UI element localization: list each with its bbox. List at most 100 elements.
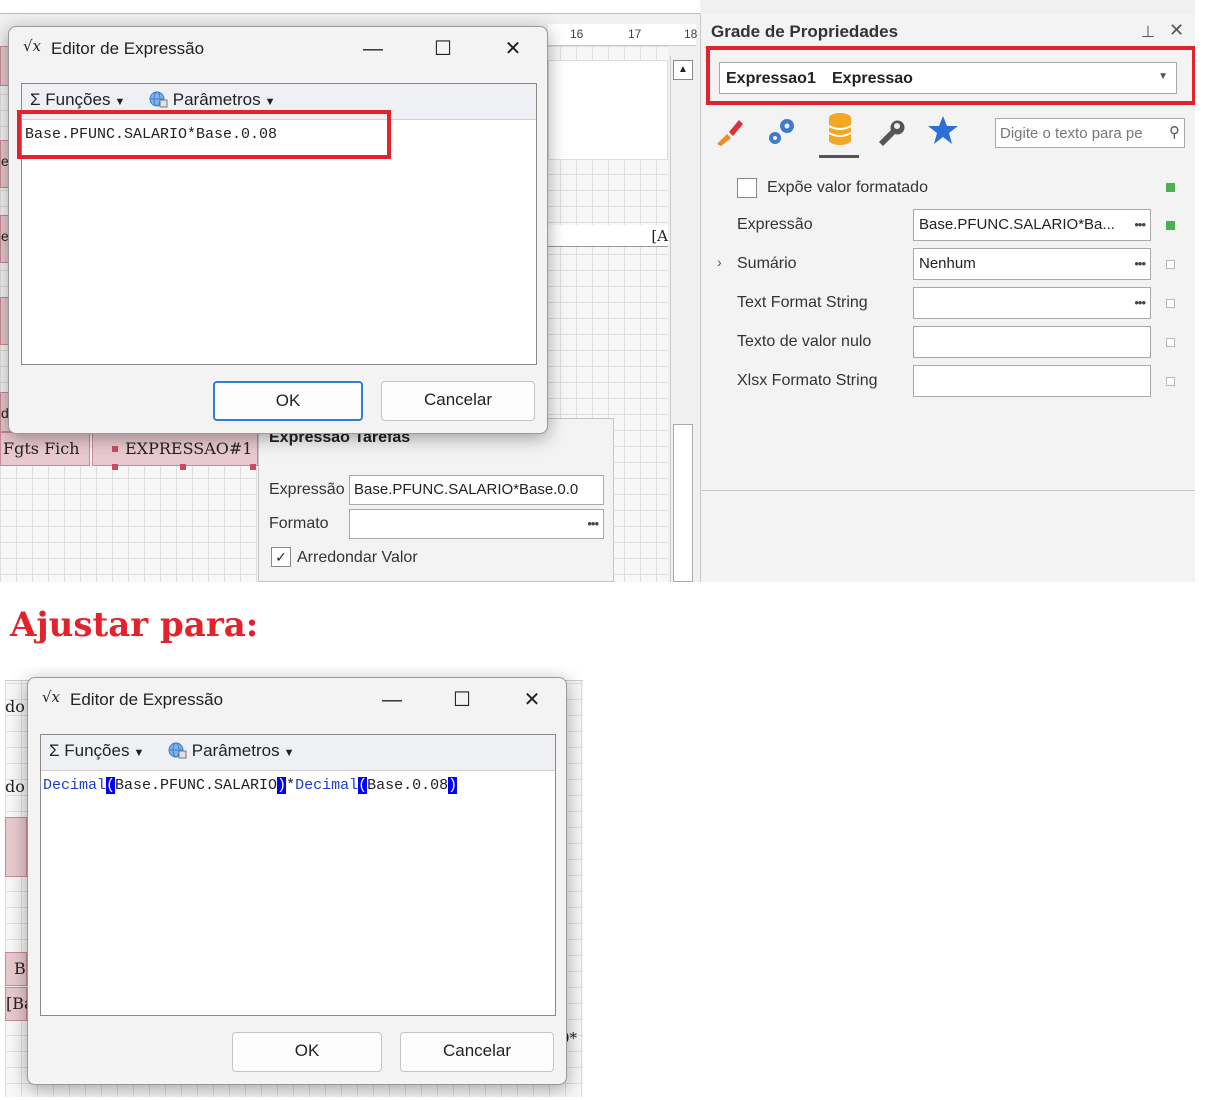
formatted-value-checkbox[interactable] xyxy=(737,178,757,198)
search-icon[interactable]: ⚲ xyxy=(1169,123,1180,141)
unmodified-marker xyxy=(1166,377,1175,386)
database-icon[interactable] xyxy=(819,112,859,158)
round-checkbox[interactable]: ✓ xyxy=(271,547,291,567)
expression-editor-dialog: √x Editor de Expressão — ☐ ✕ Σ Funções ▼ … xyxy=(27,677,567,1085)
parameters-menu[interactable]: Parâmetros ▼ xyxy=(167,741,295,761)
tarefas-expr-input[interactable]: Base.PFUNC.SALARIO*Base.0.0 xyxy=(349,475,604,505)
prop-sumario-field[interactable]: Nenhum ••• xyxy=(913,248,1151,280)
code-token: * xyxy=(286,777,296,794)
dots-button[interactable]: ••• xyxy=(587,510,599,538)
prop-label: Text Format String xyxy=(737,294,868,311)
unmodified-marker xyxy=(1166,338,1175,347)
sigma-icon: Σ xyxy=(30,90,41,109)
prop-label: Expressão xyxy=(737,216,813,233)
expression-editor-dialog: √x Editor de Expressão — ☐ ✕ Σ Funções ▼ … xyxy=(8,26,548,434)
vertical-scrollbar[interactable]: ▲ xyxy=(670,56,694,582)
chevron-right-icon[interactable]: › xyxy=(717,254,722,270)
tarefas-expr-label: Expressão xyxy=(269,481,345,498)
prop-label: Sumário xyxy=(737,255,797,272)
highlight-box xyxy=(706,46,1195,105)
close-button[interactable]: ✕ xyxy=(493,33,533,65)
code-token: Base.0.08 xyxy=(367,777,449,794)
code-token: Decimal xyxy=(43,777,107,794)
minimize-button[interactable]: — xyxy=(372,684,412,716)
top-screenshot: 16 17 18 e e d Fgts Fich EXPRESSAO#1 [A … xyxy=(0,0,1195,582)
bottom-screenshot: do do B [Ba 0* √x Editor de Expressão — … xyxy=(5,667,583,1097)
prop-label: Expõe valor formatado xyxy=(767,179,928,196)
code-token: ( xyxy=(358,777,368,794)
unmodified-marker xyxy=(1166,299,1175,308)
gears-icon[interactable] xyxy=(765,116,801,150)
code-token: ( xyxy=(106,777,116,794)
search-placeholder: Digite o texto para pe xyxy=(1000,125,1143,142)
scroll-thumb[interactable] xyxy=(673,424,693,582)
selection-handle[interactable] xyxy=(250,464,256,470)
prop-expression-field[interactable]: Base.PFUNC.SALARIO*Ba... ••• xyxy=(913,209,1151,241)
sigma-icon: Σ xyxy=(49,741,60,760)
editor-toolbar: Σ Funções ▼ Parâmetros ▼ xyxy=(41,735,555,771)
ruler-tick: 17 xyxy=(628,27,642,41)
globe-params-icon xyxy=(149,91,168,108)
search-input[interactable]: Digite o texto para pe ⚲ xyxy=(995,118,1185,148)
parameters-menu[interactable]: Parâmetros ▼ xyxy=(148,90,276,110)
functions-menu[interactable]: Σ Funções ▼ xyxy=(49,741,144,761)
cancel-button[interactable]: Cancelar xyxy=(381,381,535,421)
pin-icon[interactable]: ⊥ xyxy=(1141,22,1155,42)
band-segment xyxy=(5,817,27,877)
ruler-tick: 18 xyxy=(684,27,698,41)
ruler: 16 17 18 xyxy=(548,24,698,46)
dialog-titlebar[interactable]: √x Editor de Expressão — ☐ ✕ xyxy=(9,27,547,73)
functions-menu[interactable]: Σ Funções ▼ xyxy=(30,90,125,110)
maximize-button[interactable]: ☐ xyxy=(442,684,482,716)
code-token: ) xyxy=(277,777,287,794)
canvas-field: [A xyxy=(548,225,668,247)
cancel-button[interactable]: Cancelar xyxy=(400,1032,554,1072)
prop-text-format-field[interactable]: ••• xyxy=(913,287,1151,319)
selection-handle[interactable] xyxy=(180,464,186,470)
code-token: Base.PFUNC.SALARIO xyxy=(115,777,278,794)
brush-icon[interactable] xyxy=(713,116,749,150)
modified-marker xyxy=(1166,183,1175,192)
dialog-titlebar[interactable]: √x Editor de Expressão — ☐ ✕ xyxy=(28,678,566,724)
globe-params-icon xyxy=(168,742,187,759)
tarefas-format-label: Formato xyxy=(269,515,329,532)
dots-button[interactable]: ••• xyxy=(1134,210,1146,240)
adjust-heading: Ajustar para: xyxy=(10,605,259,645)
modified-marker xyxy=(1166,221,1175,230)
wrench-icon[interactable] xyxy=(873,116,909,150)
selection-handle[interactable] xyxy=(112,446,118,452)
divider xyxy=(701,490,1195,491)
dots-button[interactable]: ••• xyxy=(1134,288,1146,318)
cut-text: do xyxy=(5,777,25,796)
dots-button[interactable]: ••• xyxy=(1134,249,1146,279)
canvas-area xyxy=(548,60,668,160)
scroll-up-button[interactable]: ▲ xyxy=(673,60,693,80)
minimize-button[interactable]: — xyxy=(353,33,393,65)
ruler-tick: 16 xyxy=(570,27,584,41)
code-token: Decimal xyxy=(295,777,359,794)
properties-title: Grade de Propriedades xyxy=(711,22,899,41)
highlight-box xyxy=(17,110,391,159)
selection-handle[interactable] xyxy=(112,464,118,470)
ok-button[interactable]: OK xyxy=(232,1032,382,1072)
cut-text: do xyxy=(5,697,25,716)
maximize-button[interactable]: ☐ xyxy=(423,33,463,65)
band-segment: B xyxy=(5,952,27,986)
round-label: Arredondar Valor xyxy=(297,549,418,566)
ok-button[interactable]: OK xyxy=(213,381,363,421)
expression-text[interactable]: Decimal(Base.PFUNC.SALARIO)*Decimal(Base… xyxy=(43,777,458,794)
sqrt-x-icon: √x xyxy=(42,688,61,706)
tarefas-format-input[interactable]: ••• xyxy=(349,509,604,539)
close-button[interactable]: ✕ xyxy=(512,684,552,716)
prop-xlsx-format-field[interactable] xyxy=(913,365,1151,397)
sqrt-x-icon: √x xyxy=(23,37,42,55)
dialog-title: Editor de Expressão xyxy=(51,39,205,58)
prop-label: Texto de valor nulo xyxy=(737,333,872,350)
star-icon[interactable] xyxy=(927,114,963,148)
band-segment: [Ba xyxy=(5,987,34,1021)
code-token: ) xyxy=(448,777,458,794)
close-icon[interactable]: ✕ xyxy=(1169,20,1184,41)
prop-null-text-field[interactable] xyxy=(913,326,1151,358)
band-cell-fgts[interactable]: Fgts Fich xyxy=(0,432,90,466)
expression-editor[interactable]: Σ Funções ▼ Parâmetros ▼ Decimal(Base.PFUN… xyxy=(40,734,556,1016)
